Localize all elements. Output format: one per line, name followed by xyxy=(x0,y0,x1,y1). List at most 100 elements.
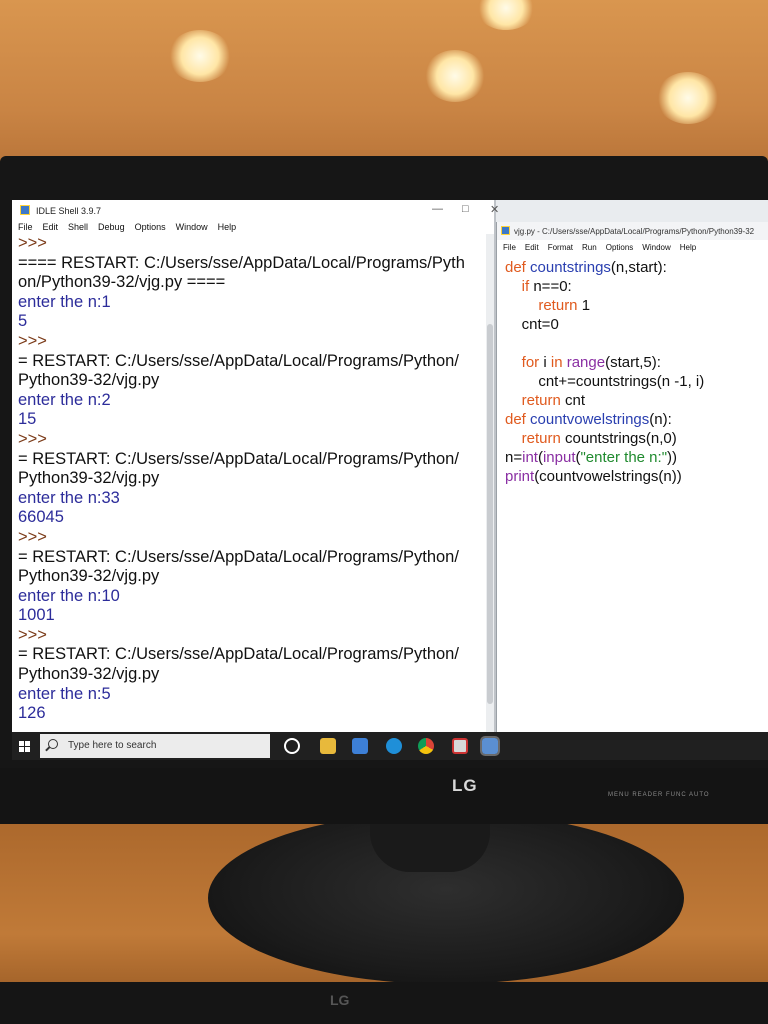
ceiling-light xyxy=(168,30,232,82)
shell-scrollbar[interactable] xyxy=(486,234,494,732)
code-token: cnt xyxy=(560,392,586,409)
shell-line-input-label: enter the n:1 xyxy=(18,292,111,311)
code-line: print(countvowelstrings(n)) xyxy=(505,467,704,486)
menu-edit[interactable]: Edit xyxy=(43,222,59,232)
editor-menu-file[interactable]: File xyxy=(503,243,516,252)
code-line: for i in range(start,5): xyxy=(505,353,704,372)
code-token: return xyxy=(521,392,561,409)
code-token: n= xyxy=(505,449,523,466)
shell-line-restart: on/Python39-32/vjg.py ==== xyxy=(18,273,226,292)
code-token: countstrings(n,0) xyxy=(560,430,677,447)
shell-line-prompt: >>> xyxy=(18,527,47,546)
brand-logo: LG xyxy=(452,776,478,795)
search-icon xyxy=(48,739,58,749)
shell-line-prompt: >>> xyxy=(18,429,47,448)
keyboard-edge xyxy=(0,982,768,1024)
brand-logo-secondary: LG xyxy=(330,992,350,1008)
shell-output[interactable]: >>> ==== RESTART: C:/Users/sse/AppData/Lo… xyxy=(18,234,480,724)
search-placeholder: Type here to search xyxy=(68,740,157,751)
shell-line-input-label: enter the n:2 xyxy=(18,390,111,409)
code-line: return 1 xyxy=(505,296,704,315)
code-token: 1 xyxy=(577,297,591,314)
taskbar: Type here to search xyxy=(12,732,768,760)
shell-title: IDLE Shell 3.9.7 xyxy=(36,206,102,216)
menu-shell[interactable]: Shell xyxy=(68,222,88,232)
code-line: def countvowelstrings(n): xyxy=(505,410,704,429)
code-editor[interactable]: def countstrings(n,start): if n==0: retu… xyxy=(505,258,704,486)
code-token: countstrings xyxy=(530,259,611,276)
code-token: (n): xyxy=(649,411,672,428)
shell-menubar: File Edit Shell Debug Options Window Hel… xyxy=(12,220,494,234)
menu-window[interactable]: Window xyxy=(176,222,208,232)
menu-file[interactable]: File xyxy=(18,222,33,232)
close-icon[interactable]: ✕ xyxy=(490,203,499,216)
edge-icon[interactable] xyxy=(386,738,402,754)
python-icon xyxy=(20,205,30,215)
cortana-icon[interactable] xyxy=(284,738,300,754)
code-token: print xyxy=(505,468,535,485)
idle-shell-window: IDLE Shell 3.9.7 — □ ✕ File Edit Shell D… xyxy=(12,200,499,732)
code-line: return cnt xyxy=(505,391,704,410)
code-line: if n==0: xyxy=(505,277,704,296)
code-token: in xyxy=(550,354,563,371)
minimize-icon[interactable]: — xyxy=(432,203,443,215)
editor-menubar: File Edit Format Run Options Window Help xyxy=(497,240,768,254)
editor-menu-format[interactable]: Format xyxy=(548,243,573,252)
code-line: cnt+=countstrings(n -1, i) xyxy=(505,372,704,391)
shell-line-restart: Python39-32/vjg.py xyxy=(18,665,160,684)
code-line: return countstrings(n,0) xyxy=(505,429,704,448)
code-token: range xyxy=(566,354,606,371)
editor-menu-run[interactable]: Run xyxy=(582,243,597,252)
menu-options[interactable]: Options xyxy=(135,222,166,232)
menu-help[interactable]: Help xyxy=(218,222,237,232)
store-icon[interactable] xyxy=(352,738,368,754)
shell-line-prompt: >>> xyxy=(18,234,47,252)
shell-line-restart: = RESTART: C:/Users/sse/AppData/Local/Pr… xyxy=(18,645,459,664)
editor-title: vjg.py - C:/Users/sse/AppData/Local/Prog… xyxy=(514,227,755,236)
scrollbar-thumb[interactable] xyxy=(487,324,493,704)
file-explorer-icon[interactable] xyxy=(320,738,336,754)
editor-menu-window[interactable]: Window xyxy=(642,243,670,252)
taskbar-search[interactable]: Type here to search xyxy=(40,734,270,758)
editor-titlebar[interactable]: vjg.py - C:/Users/sse/AppData/Local/Prog… xyxy=(497,222,768,240)
shell-line-restart: Python39-32/vjg.py xyxy=(18,371,160,390)
code-token: cnt+=countstrings(n -1, i) xyxy=(505,373,705,390)
code-token: int xyxy=(522,449,538,466)
shell-titlebar[interactable]: IDLE Shell 3.9.7 — □ ✕ xyxy=(12,200,499,220)
ceiling-light xyxy=(424,50,486,102)
app-icon[interactable] xyxy=(452,738,468,754)
shell-line-prompt: >>> xyxy=(18,625,47,644)
editor-window: vjg.py - C:/Users/sse/AppData/Local/Prog… xyxy=(496,222,768,732)
python-file-icon xyxy=(501,226,510,235)
shell-line-restart: ==== RESTART: C:/Users/sse/AppData/Local… xyxy=(18,253,465,272)
shell-line-output: 126 xyxy=(18,704,46,723)
code-token: "enter the n:" xyxy=(580,449,668,466)
menu-debug[interactable]: Debug xyxy=(98,222,125,232)
editor-menu-help[interactable]: Help xyxy=(680,243,696,252)
code-token: (start,5): xyxy=(605,354,661,371)
code-line: def countstrings(n,start): xyxy=(505,258,704,277)
shell-line-restart: = RESTART: C:/Users/sse/AppData/Local/Pr… xyxy=(18,351,459,370)
code-line: cnt=0 xyxy=(505,315,704,334)
editor-menu-options[interactable]: Options xyxy=(606,243,634,252)
shell-line-input-label: enter the n:33 xyxy=(18,488,120,507)
chrome-icon[interactable] xyxy=(418,738,434,754)
code-token: (countvowelstrings(n)) xyxy=(534,468,682,485)
shell-line-output: 66045 xyxy=(18,508,64,527)
editor-menu-edit[interactable]: Edit xyxy=(525,243,539,252)
shell-line-output: 5 xyxy=(18,312,28,331)
shell-line-restart: Python39-32/vjg.py xyxy=(18,567,160,586)
monitor-buttons[interactable]: MENU READER FUNC AUTO xyxy=(608,792,710,798)
idle-icon[interactable] xyxy=(480,736,500,756)
code-token: n==0: xyxy=(529,278,572,295)
monitor: IDLE Shell 3.9.7 — □ ✕ File Edit Shell D… xyxy=(0,156,768,824)
maximize-icon[interactable]: □ xyxy=(462,203,469,215)
code-token: input xyxy=(542,449,576,466)
windows-start-icon[interactable] xyxy=(12,732,38,760)
ceiling-light xyxy=(656,72,720,124)
